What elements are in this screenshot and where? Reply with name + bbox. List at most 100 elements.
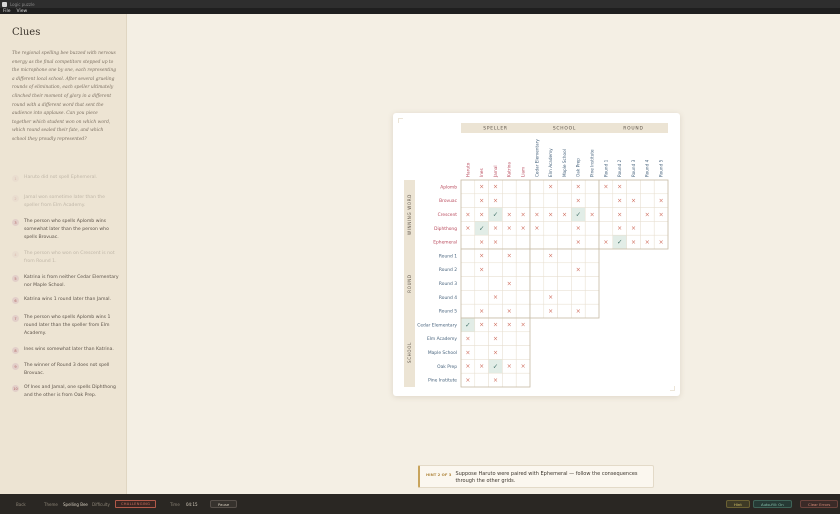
grid-cell[interactable]	[543, 262, 558, 277]
grid-cell[interactable]	[474, 331, 489, 346]
grid-cell[interactable]	[460, 262, 476, 277]
grid-cell[interactable]	[598, 193, 614, 208]
pause-button[interactable]: Pause	[210, 500, 238, 508]
grid-cell[interactable]	[653, 221, 669, 236]
grid-cell[interactable]	[584, 221, 600, 236]
grid-cell[interactable]	[515, 345, 531, 360]
grid-cell[interactable]	[529, 179, 545, 195]
grid-cell[interactable]	[584, 303, 600, 319]
x-mark: ×	[479, 322, 484, 329]
grid-cell[interactable]	[502, 345, 517, 360]
grid-cell[interactable]	[460, 193, 476, 208]
autofill-toggle[interactable]: Auto-fill: On	[753, 500, 792, 508]
grid-cell[interactable]	[557, 262, 572, 277]
grid-cell[interactable]	[474, 372, 489, 388]
grid-cell[interactable]	[515, 372, 531, 388]
grid-cell[interactable]	[557, 303, 572, 319]
grid-cell[interactable]	[557, 193, 572, 208]
grid-cell[interactable]	[584, 262, 600, 277]
grid-cell[interactable]	[529, 262, 545, 277]
grid-cell[interactable]	[571, 248, 586, 264]
grid-cell[interactable]	[460, 179, 476, 195]
grid-cell[interactable]	[502, 372, 517, 388]
grid-cell[interactable]	[640, 193, 655, 208]
grid-cell[interactable]	[584, 276, 600, 291]
grid-cell[interactable]	[584, 290, 600, 305]
grid-cell[interactable]	[515, 262, 531, 277]
clue-item[interactable]: 5 Katrina is from neither Cedar Elementar…	[12, 274, 120, 290]
grid-cell[interactable]	[488, 262, 503, 277]
grid-cell[interactable]	[543, 221, 558, 236]
grid-cell[interactable]	[474, 276, 489, 291]
grid-cell[interactable]	[557, 276, 572, 291]
grid-cell[interactable]	[502, 179, 517, 195]
clue-item[interactable]: 9 The winner of Round 3 does not spell Br…	[12, 362, 120, 378]
clue-item[interactable]: 2 Jamal won sometime later than the spell…	[12, 194, 120, 210]
grid-cell[interactable]	[529, 303, 545, 319]
menu-file[interactable]: File	[3, 9, 11, 14]
grid-cell[interactable]	[502, 234, 517, 250]
grid-cell[interactable]	[502, 331, 517, 346]
menu-view[interactable]: View	[17, 9, 28, 14]
grid-cell[interactable]	[529, 193, 545, 208]
hint-button[interactable]: Hint	[726, 500, 750, 508]
grid-cell[interactable]	[543, 193, 558, 208]
grid-cell[interactable]	[502, 262, 517, 277]
grid-cell[interactable]	[515, 303, 531, 319]
grid-cell[interactable]	[571, 290, 586, 305]
grid-cell[interactable]	[543, 276, 558, 291]
grid-cell[interactable]	[571, 276, 586, 291]
grid-cell[interactable]	[626, 179, 641, 195]
grid-cell[interactable]	[626, 207, 641, 222]
clue-item[interactable]: 10 Of Ines and Jamal, one spells Diphthon…	[12, 384, 120, 400]
grid-cell[interactable]	[598, 207, 614, 222]
grid-cell[interactable]	[502, 290, 517, 305]
grid-cell[interactable]	[488, 248, 503, 264]
grid-cell[interactable]	[515, 276, 531, 291]
clue-item[interactable]: 7 The person who spells Aplomb wins 1 rou…	[12, 314, 120, 338]
grid-cell[interactable]	[598, 221, 614, 236]
grid-cell[interactable]	[584, 248, 600, 264]
grid-cell[interactable]	[460, 276, 476, 291]
grid-cell[interactable]	[474, 290, 489, 305]
grid-cell[interactable]	[474, 345, 489, 360]
grid-cell[interactable]	[488, 276, 503, 291]
clue-item[interactable]: 4 The person who won on Crescent is not f…	[12, 250, 120, 266]
grid-cell[interactable]	[584, 179, 600, 195]
clue-item[interactable]: 6 Katrina wins 1 round later than Jamal.	[12, 296, 120, 304]
grid-cell[interactable]	[529, 276, 545, 291]
grid-cell[interactable]	[515, 234, 531, 250]
grid-cell[interactable]	[557, 234, 572, 250]
grid-cell[interactable]	[557, 248, 572, 264]
grid-cell[interactable]	[557, 290, 572, 305]
grid-cell[interactable]	[640, 179, 655, 195]
clue-item[interactable]: 1 Haruto did not spell Ephemeral.	[12, 174, 120, 182]
grid-cell[interactable]	[460, 290, 476, 305]
grid-cell[interactable]	[557, 221, 572, 236]
grid-cell[interactable]	[515, 290, 531, 305]
grid-cell[interactable]	[515, 179, 531, 195]
clear-errors-button[interactable]: Clear Errors	[800, 500, 839, 508]
clue-item[interactable]: 8 Ines wins somewhat later than Katrina.	[12, 346, 120, 354]
grid-cell[interactable]	[529, 234, 545, 250]
grid-cell[interactable]	[640, 221, 655, 236]
grid-cell[interactable]	[557, 179, 572, 195]
grid-cell[interactable]	[543, 234, 558, 250]
grid-cell[interactable]	[515, 248, 531, 264]
grid-cell[interactable]	[584, 193, 600, 208]
back-button[interactable]: Back	[16, 494, 26, 514]
clue-item[interactable]: 3 The person who spells Aplomb wins somew…	[12, 218, 120, 242]
grid-cell[interactable]	[488, 303, 503, 319]
x-mark: ×	[576, 225, 581, 232]
grid-cell[interactable]	[460, 303, 476, 319]
grid-cell[interactable]	[584, 234, 600, 250]
grid-cell[interactable]	[502, 193, 517, 208]
grid-cell[interactable]	[529, 290, 545, 305]
grid-cell[interactable]	[515, 193, 531, 208]
column-item-label: Round 3	[631, 159, 636, 177]
grid-cell[interactable]	[515, 331, 531, 346]
grid-cell[interactable]	[460, 248, 476, 264]
grid-cell[interactable]	[529, 248, 545, 264]
grid-cell[interactable]	[653, 179, 669, 195]
grid-cell[interactable]	[460, 234, 476, 250]
